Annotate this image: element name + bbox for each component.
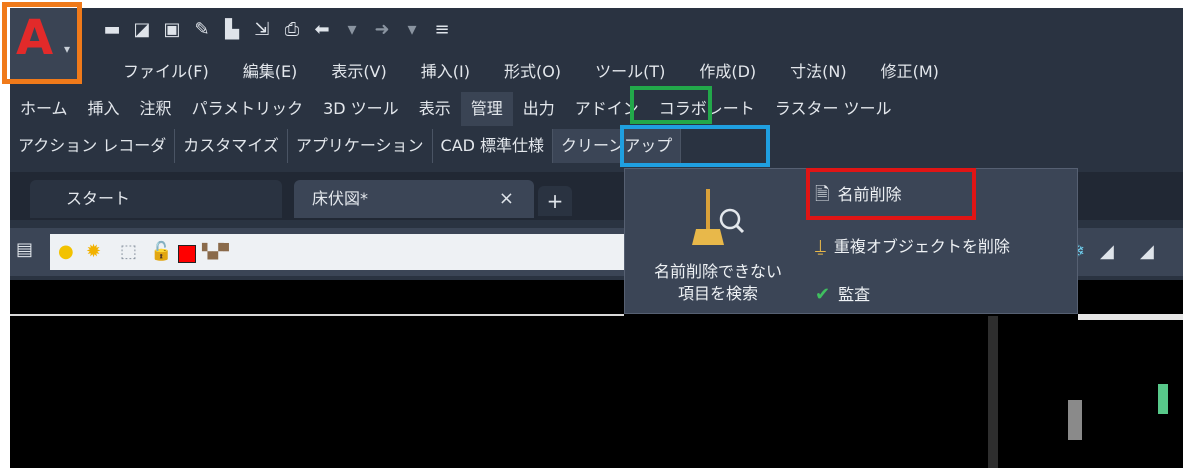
save-as-icon[interactable]: ✎ — [192, 20, 212, 40]
purge-label: 名前削除 — [837, 185, 902, 204]
audit-label: 監査 — [838, 285, 871, 304]
purge-button[interactable]: 🗎 名前削除 — [815, 181, 902, 209]
autocad-logo: A — [16, 10, 54, 66]
customize-icon[interactable]: ≡ — [432, 20, 452, 40]
lightbulb-icon[interactable]: ● — [58, 240, 74, 264]
close-icon[interactable]: × — [499, 180, 514, 218]
find-non-purgeable-label-2: 項目を検索 — [677, 284, 758, 303]
tab-drawing[interactable]: 床伏図* × — [294, 180, 534, 218]
unlock-icon[interactable]: 🔓 — [150, 240, 172, 264]
purge-icon: 🗎 — [815, 184, 830, 205]
broom-icon: ⍊ — [815, 236, 826, 257]
tab-start[interactable]: スタート — [30, 180, 282, 218]
drawing-line — [10, 314, 624, 316]
tab-manage[interactable]: 管理 — [460, 92, 513, 126]
drawing-line-right — [1078, 314, 1183, 320]
redo-icon[interactable]: ➜ — [372, 20, 392, 40]
menu-edit[interactable]: 編集(E) — [226, 58, 315, 86]
quick-access-toolbar: ▬ ◪ ▣ ✎ ▙ ⇲ ⎙ ⬅ ▾ ➜ ▾ ≡ — [102, 16, 452, 44]
import-icon[interactable]: ⇲ — [252, 20, 272, 40]
panel-cad-standards[interactable]: CAD 標準仕様 — [433, 129, 554, 163]
menu-format[interactable]: 形式(O) — [487, 58, 578, 86]
drawing-object — [1068, 400, 1082, 440]
find-non-purgeable-label-1: 名前削除できない — [653, 262, 782, 281]
application-menu-button[interactable]: A ▾ — [10, 8, 80, 82]
export-icon[interactable]: ▙ — [222, 20, 242, 40]
save-icon[interactable]: ▣ — [162, 20, 182, 40]
layer-properties-icon[interactable]: ▤ — [16, 238, 33, 262]
broom-magnifier-icon — [692, 189, 745, 245]
tab-annotate[interactable]: 注釈 — [130, 92, 182, 126]
overkill-label: 重複オブジェクトを削除 — [833, 237, 1010, 256]
tab-insert[interactable]: 挿入 — [78, 92, 130, 126]
layer-color-swatch — [178, 245, 196, 263]
menu-dimension[interactable]: 寸法(N) — [773, 58, 863, 86]
new-icon[interactable]: ▬ — [102, 20, 122, 40]
menu-tools[interactable]: ツール(T) — [578, 58, 682, 86]
print-icon[interactable]: ⎙ — [282, 20, 302, 40]
tab-view[interactable]: 表示 — [409, 92, 461, 126]
ribbon-panels: アクション レコーダ カスタマイズ アプリケーション CAD 標準仕様 クリーン… — [10, 128, 682, 164]
ribbon-tabs: ホーム 挿入 注釈 パラメトリック 3D ツール 表示 管理 出力 アドイン コ… — [10, 92, 1183, 126]
find-non-purgeable-button[interactable]: 名前削除できない 項目を検索 — [633, 177, 803, 307]
viewport-freeze-icon[interactable]: ⬚ — [120, 240, 137, 264]
audit-icon: ✔ — [815, 284, 831, 305]
menu-view[interactable]: 表示(V) — [314, 58, 403, 86]
tab-3d-tools[interactable]: 3D ツール — [313, 92, 409, 126]
tab-raster-tools[interactable]: ラスター ツール — [765, 92, 902, 126]
chevron-down-icon: ▾ — [64, 42, 71, 56]
layer-dropdown[interactable]: ● ✹ ⬚ 🔓 ▚▞▘ — [50, 234, 630, 270]
menu-modify[interactable]: 修正(M) — [864, 58, 956, 86]
open-icon[interactable]: ◪ — [132, 20, 152, 40]
tab-add-ins[interactable]: アドイン — [565, 92, 649, 126]
panel-customize[interactable]: カスタマイズ — [175, 129, 288, 163]
autocad-window: A ▾ ▬ ◪ ▣ ✎ ▙ ⇲ ⎙ ⬅ ▾ ➜ ▾ ≡ ファイル(F) 編集(E… — [10, 8, 1183, 468]
tab-home[interactable]: ホーム — [10, 92, 78, 126]
audit-button[interactable]: ✔ 監査 — [815, 281, 870, 309]
add-tab-button[interactable]: + — [538, 186, 572, 216]
redo-dropdown-icon[interactable]: ▾ — [402, 20, 422, 40]
menu-file[interactable]: ファイル(F) — [106, 58, 226, 86]
undo-icon[interactable]: ⬅ — [312, 20, 332, 40]
panel-cleanup[interactable]: クリーンアップ — [553, 129, 682, 163]
panel-action-recorder[interactable]: アクション レコーダ — [10, 129, 176, 163]
drawing-vertical-line — [988, 316, 998, 468]
panel-applications[interactable]: アプリケーション — [288, 129, 433, 163]
cleanup-panel-dropdown: 名前削除できない 項目を検索 🗎 名前削除 ⍊ 重複オブジェクトを削除 ✔ 監査 — [624, 168, 1078, 314]
layer-tool-icon[interactable]: ◢ — [1100, 240, 1114, 264]
tab-drawing-label: 床伏図* — [312, 189, 369, 208]
sun-icon[interactable]: ✹ — [86, 240, 101, 264]
tab-start-label: スタート — [66, 189, 131, 208]
tab-parametric[interactable]: パラメトリック — [182, 92, 314, 126]
menu-insert[interactable]: 挿入(I) — [404, 58, 487, 86]
layer-tool-icon-2[interactable]: ◢ — [1140, 240, 1154, 264]
linetype-icon: ▚▞▘ — [202, 244, 235, 260]
undo-dropdown-icon[interactable]: ▾ — [342, 20, 362, 40]
menu-bar: ファイル(F) 編集(E) 表示(V) 挿入(I) 形式(O) ツール(T) 作… — [106, 58, 956, 86]
menu-draw[interactable]: 作成(D) — [682, 58, 773, 86]
tab-output[interactable]: 出力 — [513, 92, 565, 126]
tab-collaborate[interactable]: コラボレート — [649, 92, 765, 126]
drawing-object-green — [1158, 384, 1168, 414]
overkill-button[interactable]: ⍊ 重複オブジェクトを削除 — [815, 233, 1010, 261]
